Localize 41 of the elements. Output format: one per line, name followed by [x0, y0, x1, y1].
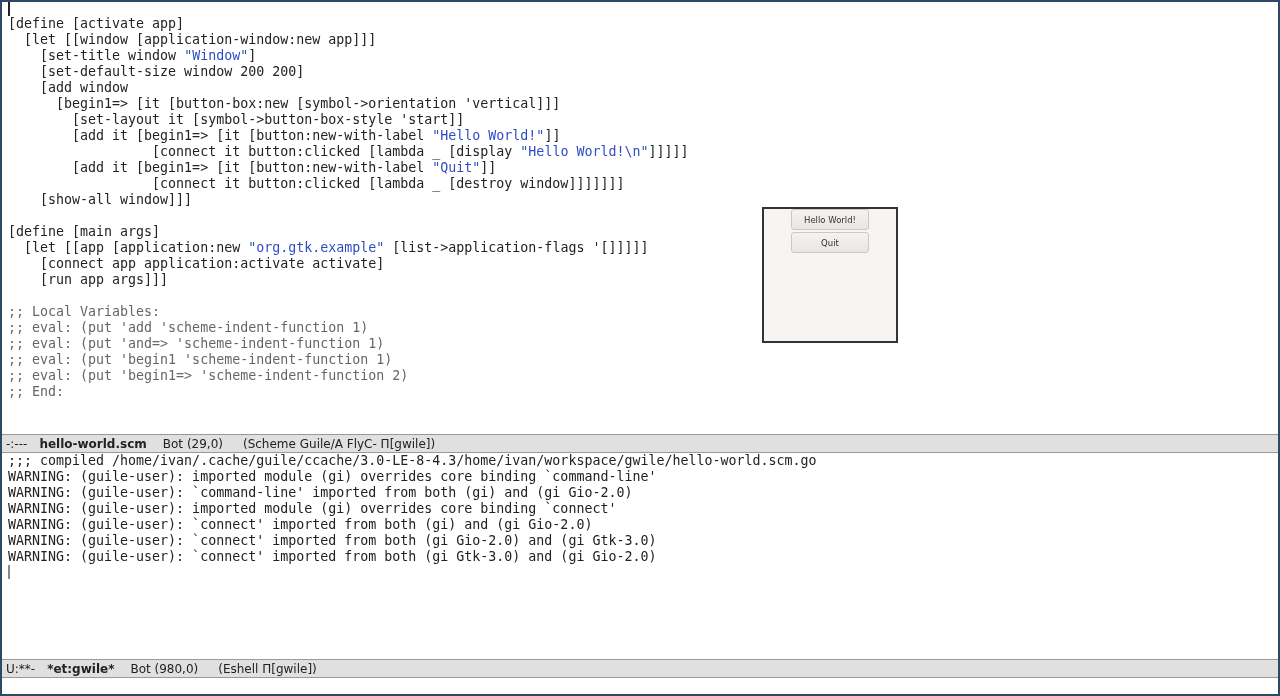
- code-line: [set-title window "Window"]: [39, 48, 258, 64]
- modified-status: U:**-: [6, 661, 36, 676]
- code-line: ;; Local Variables:: [8, 304, 162, 320]
- major-mode: (Scheme Guile/A FlyC- Π[gwile]): [242, 436, 436, 451]
- buffer-name: hello-world.scm: [39, 436, 147, 451]
- code-line: [add it [begin1=> [it [button:new-with-label "Hello World!"]]: [71, 128, 562, 144]
- output-line: WARNING: (guile-user): `command-line' imported from both (gi) and (gi Gio-2.0): [8, 485, 634, 501]
- output-line: WARNING: (guile-user): `connect' imported from both (gi Gtk-3.0) and (gi Gio-2.0): [8, 549, 658, 565]
- output-line: WARNING: (guile-user): `connect' imported from both (gi Gio-2.0) and (gi Gtk-3.0): [8, 533, 658, 549]
- text-cursor: [8, 565, 10, 579]
- window-button[interactable]: Quit: [791, 232, 869, 253]
- buffer-name: *et:gwile*: [47, 661, 115, 676]
- cursor-position: Bot (980,0): [130, 661, 199, 676]
- code-line: [add window: [39, 80, 130, 96]
- text-cursor: [8, 2, 10, 16]
- code-line: [let [[app [application:new "org.gtk.example" [list->application-flags '[]]]]]: [23, 240, 650, 256]
- code-line: [connect app application:activate activate]: [39, 256, 386, 272]
- code-line: [begin1=> [it [button-box:new [symbol->orientation 'vertical]]]: [55, 96, 562, 112]
- code-line: [define [main args]: [8, 224, 162, 240]
- major-mode: (Eshell Π[gwile]): [218, 661, 317, 676]
- code-line: [set-layout it [symbol->button-box-style 'start]]: [71, 112, 466, 128]
- code-line: [show-all window]]]: [39, 192, 194, 208]
- window-button[interactable]: Hello World!: [791, 209, 869, 230]
- modified-status: -:---: [6, 436, 28, 451]
- cursor-position: Bot (29,0): [162, 436, 223, 451]
- code-line: ;; eval: (put 'begin1 'scheme-indent-function 1): [8, 352, 394, 368]
- code-line: [let [[window [application-window:new app]]]: [23, 32, 378, 48]
- code-line: ;; eval: (put 'and=> 'scheme-indent-function 1): [8, 336, 386, 352]
- output-line: ;;; compiled /home/ivan/.cache/guile/ccache/3.0-LE-8-4.3/home/ivan/workspace/gwile/hello-world.scm.go: [8, 453, 817, 469]
- code-line: ;; eval: (put 'begin1=> 'scheme-indent-function 2): [8, 368, 410, 384]
- code-line: [connect it button:clicked [lambda _ [display "Hello World!\n"]]]]]: [151, 144, 689, 160]
- output-line: WARNING: (guile-user): `connect' imported from both (gi) and (gi Gio-2.0): [8, 517, 594, 533]
- code-line: [connect it button:clicked [lambda _ [destroy window]]]]]]]: [151, 176, 626, 192]
- code-line: ;; End:: [8, 384, 66, 400]
- code-line: [set-default-size window 200 200]: [39, 64, 306, 80]
- code-line: [run app args]]]: [39, 272, 170, 288]
- output-line: WARNING: (guile-user): imported module (gi) overrides core binding `command-line': [8, 469, 658, 485]
- code-line: [add it [begin1=> [it [button:new-with-label "Quit"]]: [71, 160, 498, 176]
- output-line: WARNING: (guile-user): imported module (gi) overrides core binding `connect': [8, 501, 618, 517]
- code-line: ;; eval: (put 'add 'scheme-indent-function 1): [8, 320, 370, 336]
- code-line: [define [activate app]: [8, 16, 186, 32]
